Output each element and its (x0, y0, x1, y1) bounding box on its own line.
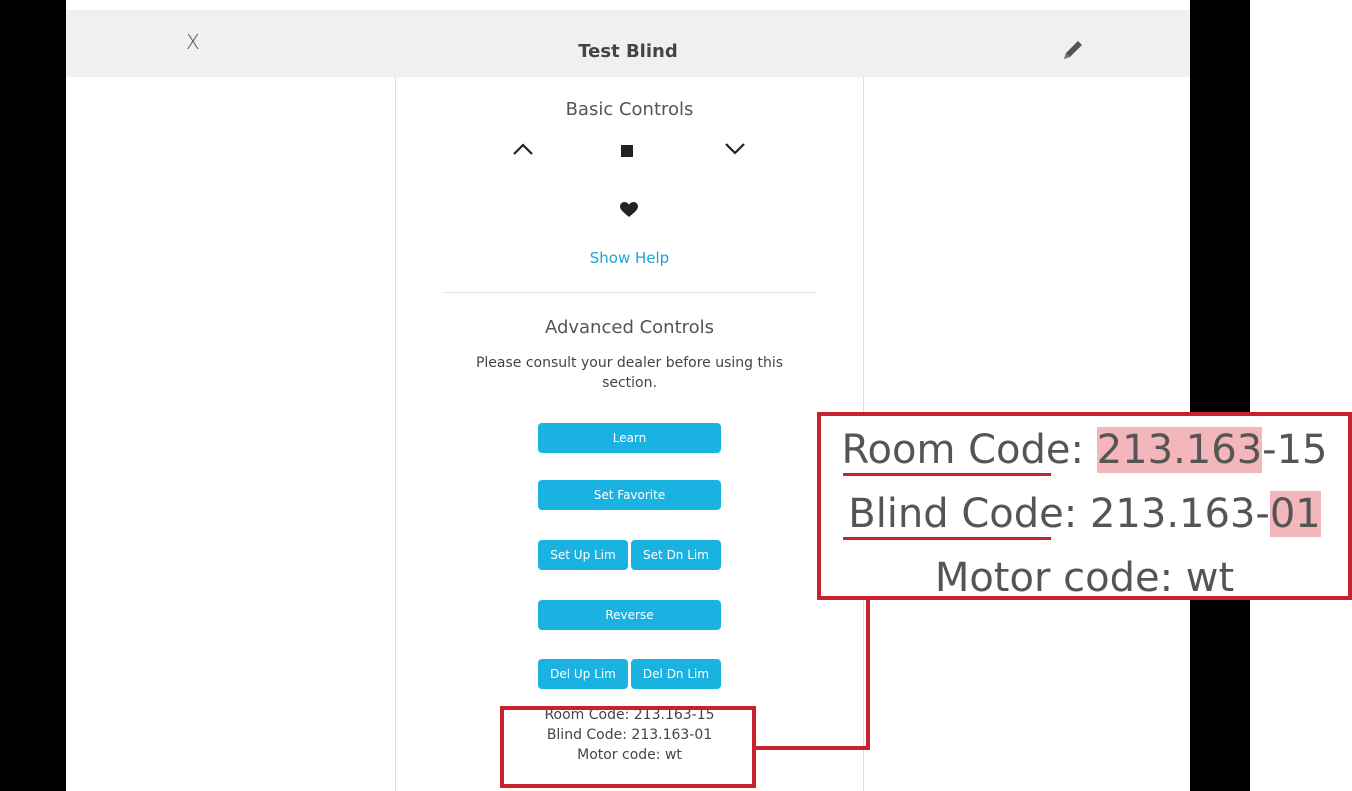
basic-controls-title: Basic Controls (565, 99, 694, 120)
zoom-room-sep: : (1070, 427, 1097, 473)
delete-down-limit-button[interactable]: Del Dn Lim (631, 659, 721, 689)
left-black-bar (0, 0, 66, 791)
controls-panel: Basic Controls Show Help Advanced Contro… (395, 77, 864, 791)
zoom-blind-code: Blind Code: 213.163-01 (821, 490, 1348, 538)
set-favorite-button[interactable]: Set Favorite (538, 480, 721, 510)
up-button[interactable] (512, 141, 534, 161)
section-divider (443, 292, 817, 293)
zoom-motor-code: Motor code: wt (934, 555, 1235, 600)
annotation-connector-horizontal (756, 746, 870, 750)
learn-button[interactable]: Learn (538, 423, 721, 453)
show-help-link[interactable]: Show Help (396, 249, 863, 267)
modal-header: X Test Blind (66, 10, 1190, 77)
annotation-connector-vertical (866, 596, 870, 750)
annotation-box-codes (500, 706, 756, 788)
zoom-room-rest: -15 (1262, 427, 1328, 473)
page-title: Test Blind (578, 41, 678, 62)
zoom-blind-rest: 213.163- (1089, 491, 1270, 537)
right-black-bar (1190, 0, 1250, 791)
chevron-up-icon (513, 143, 533, 155)
top-strip (0, 0, 1352, 10)
set-up-limit-button[interactable]: Set Up Lim (538, 540, 628, 570)
annotation-zoom-callout: Room Code: 213.163-15 Blind Code: 213.16… (817, 412, 1352, 600)
favorite-button[interactable] (620, 202, 638, 222)
set-down-limit-button[interactable]: Set Dn Lim (631, 540, 721, 570)
heart-icon (620, 202, 638, 217)
screen: X Test Blind Basic Controls Show Help Ad… (0, 0, 1352, 791)
chevron-down-icon (725, 143, 745, 155)
zoom-room-label: Room Code (841, 427, 1071, 473)
zoom-room-highlight: 213.163 (1096, 427, 1263, 473)
zoom-blind-sep: : (1063, 491, 1090, 537)
zoom-blind-underline (843, 537, 1051, 540)
down-button[interactable] (724, 141, 746, 161)
dealer-warning: Please consult your dealer before using … (475, 355, 784, 391)
stop-square-icon (621, 145, 633, 157)
delete-up-limit-button[interactable]: Del Up Lim (538, 659, 628, 689)
advanced-controls-title: Advanced Controls (544, 317, 715, 338)
stop-button[interactable] (620, 143, 634, 162)
zoom-blind-label: Blind Code (848, 491, 1064, 537)
zoom-room-code: Room Code: 213.163-15 (821, 426, 1348, 474)
reverse-button[interactable]: Reverse (538, 600, 721, 630)
zoom-blind-highlight: 01 (1269, 491, 1321, 537)
zoom-room-underline (843, 473, 1051, 476)
pencil-icon (1064, 41, 1082, 59)
edit-button[interactable] (1060, 37, 1086, 63)
